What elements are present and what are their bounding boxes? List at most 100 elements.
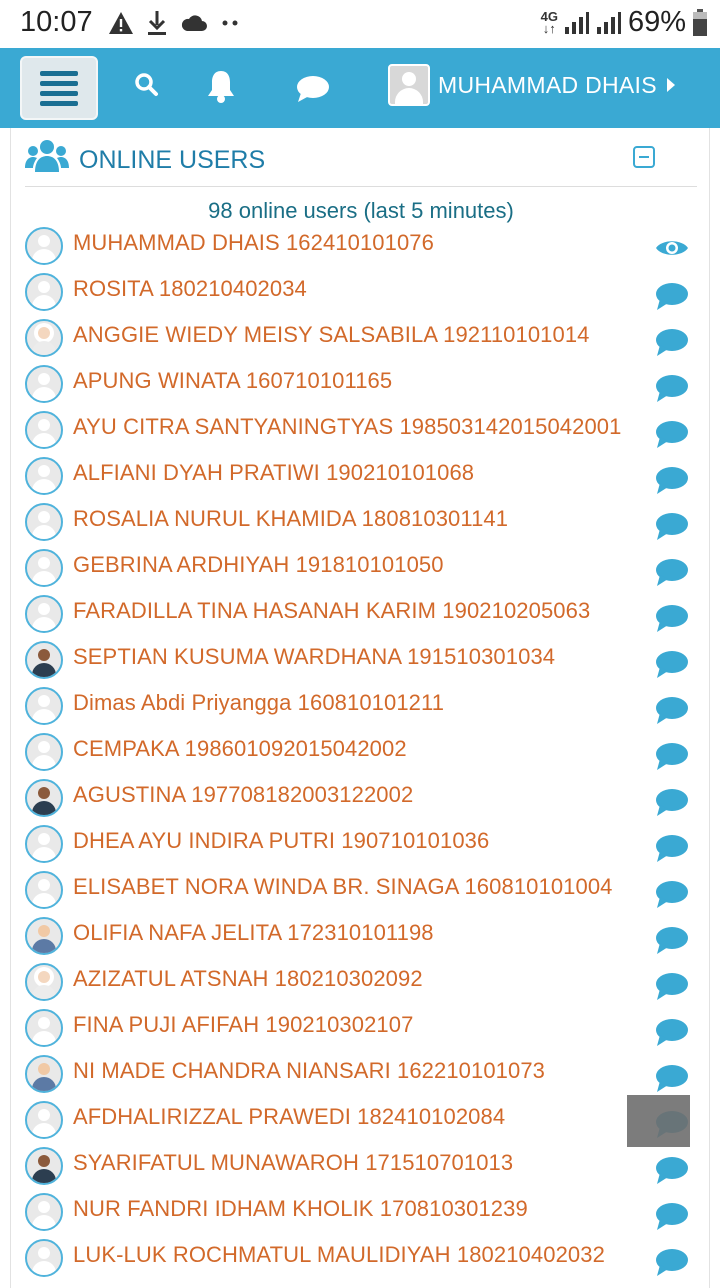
- user-row: NI MADE CHANDRA NIANSARI 162210101073: [25, 1054, 705, 1100]
- cloud-icon: [181, 15, 207, 31]
- user-name-link[interactable]: ROSITA 180210402034: [73, 276, 307, 302]
- user-avatar[interactable]: [25, 917, 63, 955]
- user-avatar[interactable]: [25, 963, 63, 1001]
- hamburger-menu-button[interactable]: [20, 56, 98, 120]
- hamburger-line: [40, 100, 78, 106]
- user-avatar[interactable]: [25, 411, 63, 449]
- user-row: FINA PUJI AFIFAH 190210302107: [25, 1008, 705, 1054]
- user-name-link[interactable]: AFDHALIRIZZAL PRAWEDI 182410102084: [73, 1104, 505, 1130]
- message-icon[interactable]: [655, 834, 689, 869]
- user-avatar[interactable]: [25, 779, 63, 817]
- message-icon[interactable]: [655, 374, 689, 409]
- user-name-link[interactable]: SEPTIAN KUSUMA WARDHANA 191510301034: [73, 644, 555, 670]
- user-name-link[interactable]: NUR FANDRI IDHAM KHOLIK 170810301239: [73, 1196, 528, 1222]
- user-avatar[interactable]: [25, 641, 63, 679]
- user-avatar[interactable]: [25, 1101, 63, 1139]
- user-name-link[interactable]: ELISABET NORA WINDA BR. SINAGA 160810101…: [73, 874, 613, 900]
- user-avatar[interactable]: [25, 1239, 63, 1277]
- user-name-link[interactable]: FINA PUJI AFIFAH 190210302107: [73, 1012, 413, 1038]
- message-icon[interactable]: [655, 282, 689, 317]
- message-icon[interactable]: [655, 328, 689, 363]
- user-name-link[interactable]: MUHAMMAD DHAIS 162410101076: [73, 230, 434, 256]
- user-name-link[interactable]: LUK-LUK ROCHMATUL MAULIDIYAH 18021040203…: [73, 1242, 605, 1268]
- user-name-link[interactable]: SYARIFATUL MUNAWAROH 171510701013: [73, 1150, 513, 1176]
- user-avatar[interactable]: [25, 687, 63, 725]
- user-name-link[interactable]: GEBRINA ARDHIYAH 191810101050: [73, 552, 444, 578]
- signal-icon: [596, 11, 621, 34]
- message-icon[interactable]: [655, 1064, 689, 1099]
- user-row: DHEA AYU INDIRA PUTRI 190710101036: [25, 824, 705, 870]
- user-avatar[interactable]: [25, 503, 63, 541]
- battery-percent: 69%: [627, 6, 686, 38]
- user-avatar[interactable]: [25, 273, 63, 311]
- message-icon[interactable]: [655, 1156, 689, 1191]
- collapse-button[interactable]: [633, 146, 655, 168]
- scroll-to-top-button[interactable]: [627, 1095, 690, 1147]
- eye-icon[interactable]: [655, 236, 689, 265]
- caret-right-icon[interactable]: [666, 78, 675, 92]
- status-bar: 10:07 4G ↓↑ 69%: [0, 0, 720, 48]
- chat-icon[interactable]: [295, 74, 331, 104]
- user-avatar[interactable]: [25, 457, 63, 495]
- more-dots-icon: [222, 20, 238, 26]
- message-icon[interactable]: [655, 466, 689, 501]
- user-name-link[interactable]: Dimas Abdi Priyangga 160810101211: [73, 690, 444, 716]
- user-menu[interactable]: MUHAMMAD DHAIS: [388, 64, 675, 106]
- user-name-link[interactable]: ANGGIE WIEDY MEISY SALSABILA 19211010101…: [73, 322, 590, 348]
- search-icon[interactable]: [134, 70, 160, 100]
- user-row: MUHAMMAD DHAIS 162410101076: [25, 226, 705, 272]
- message-icon[interactable]: [655, 420, 689, 455]
- message-icon[interactable]: [655, 696, 689, 731]
- message-icon[interactable]: [655, 1248, 689, 1283]
- user-name[interactable]: MUHAMMAD DHAIS: [438, 72, 657, 99]
- user-name-link[interactable]: APUNG WINATA 160710101165: [73, 368, 392, 394]
- message-icon[interactable]: [655, 742, 689, 777]
- user-avatar[interactable]: [25, 365, 63, 403]
- message-icon[interactable]: [655, 604, 689, 639]
- user-name-link[interactable]: DHEA AYU INDIRA PUTRI 190710101036: [73, 828, 489, 854]
- network-type: 4G ↓↑: [540, 8, 558, 36]
- message-icon[interactable]: [655, 512, 689, 547]
- battery-icon: [693, 8, 707, 36]
- user-name-link[interactable]: AZIZATUL ATSNAH 180210302092: [73, 966, 423, 992]
- user-name-link[interactable]: CEMPAKA 198601092015042002: [73, 736, 407, 762]
- user-row: GEBRINA ARDHIYAH 191810101050: [25, 548, 705, 594]
- bell-icon[interactable]: [205, 68, 237, 104]
- user-avatar[interactable]: [25, 549, 63, 587]
- message-icon[interactable]: [655, 972, 689, 1007]
- online-users-list: MUHAMMAD DHAIS 162410101076 ROSITA 180210…: [25, 226, 705, 1284]
- user-avatar[interactable]: [25, 1193, 63, 1231]
- user-row: AZIZATUL ATSNAH 180210302092: [25, 962, 705, 1008]
- user-avatar[interactable]: [25, 1009, 63, 1047]
- user-name-link[interactable]: OLIFIA NAFA JELITA 172310101198: [73, 920, 434, 946]
- user-avatar[interactable]: [25, 595, 63, 633]
- users-group-icon: [25, 140, 69, 172]
- panel-header: ONLINE USERS: [25, 134, 697, 187]
- user-avatar[interactable]: [25, 825, 63, 863]
- notification-icons: [108, 10, 240, 36]
- user-row: OLIFIA NAFA JELITA 172310101198: [25, 916, 705, 962]
- message-icon[interactable]: [655, 650, 689, 685]
- user-row: ELISABET NORA WINDA BR. SINAGA 160810101…: [25, 870, 705, 916]
- user-avatar[interactable]: [25, 733, 63, 771]
- message-icon[interactable]: [655, 558, 689, 593]
- message-icon[interactable]: [655, 880, 689, 915]
- user-avatar[interactable]: [25, 1055, 63, 1093]
- user-avatar[interactable]: [25, 1147, 63, 1185]
- message-icon[interactable]: [655, 1202, 689, 1237]
- user-name-link[interactable]: ROSALIA NURUL KHAMIDA 180810301141: [73, 506, 508, 532]
- user-row: SYARIFATUL MUNAWAROH 171510701013: [25, 1146, 705, 1192]
- user-avatar[interactable]: [25, 319, 63, 357]
- user-avatar[interactable]: [25, 871, 63, 909]
- user-name-link[interactable]: AYU CITRA SANTYANINGTYAS 198503142015042…: [73, 414, 621, 440]
- user-name-link[interactable]: FARADILLA TINA HASANAH KARIM 19021020506…: [73, 598, 590, 624]
- user-avatar[interactable]: [388, 64, 430, 106]
- user-row: Dimas Abdi Priyangga 160810101211: [25, 686, 705, 732]
- user-name-link[interactable]: NI MADE CHANDRA NIANSARI 162210101073: [73, 1058, 545, 1084]
- message-icon[interactable]: [655, 788, 689, 823]
- user-name-link[interactable]: ALFIANI DYAH PRATIWI 190210101068: [73, 460, 474, 486]
- message-icon[interactable]: [655, 1018, 689, 1053]
- user-name-link[interactable]: AGUSTINA 197708182003122002: [73, 782, 413, 808]
- message-icon[interactable]: [655, 926, 689, 961]
- user-avatar[interactable]: [25, 227, 63, 265]
